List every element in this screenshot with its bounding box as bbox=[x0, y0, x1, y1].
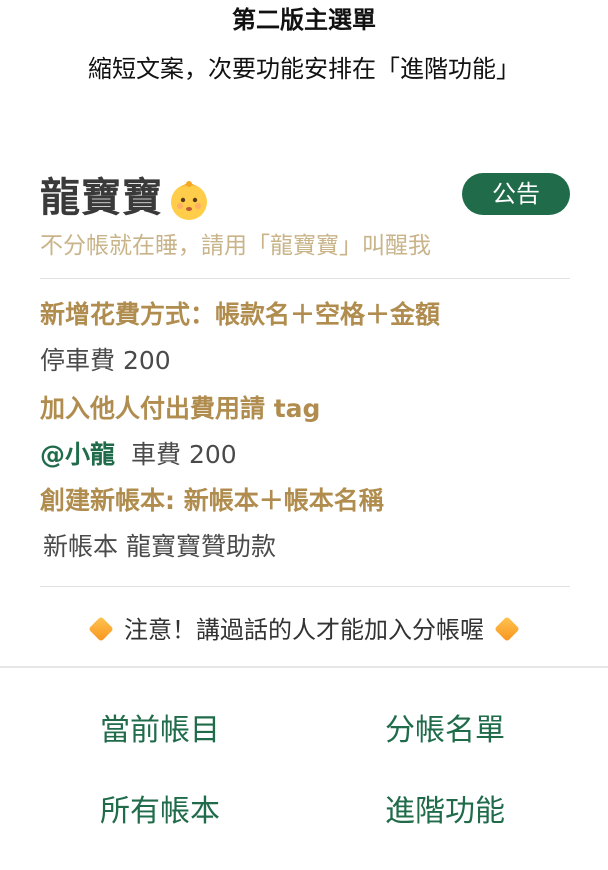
page-title: 第二版主選單 bbox=[232, 6, 376, 34]
orange-diamond-icon bbox=[88, 616, 114, 642]
all-books-button[interactable]: 所有帳本 bbox=[45, 784, 275, 840]
instruction-example: 新帳本 龍寶寶贊助款 bbox=[43, 532, 276, 561]
page-subtitle: 縮短文案，次要功能安排在「進階功能」 bbox=[88, 55, 520, 83]
advanced-features-button[interactable]: 進階功能 bbox=[330, 784, 560, 840]
divider bbox=[40, 278, 570, 279]
instruction-new-book: 創建新帳本: 新帳本＋帳本名稱 新帳本 龍寶寶贊助款 bbox=[40, 483, 580, 565]
instruction-example: 車費 200 bbox=[131, 440, 237, 469]
instruction-title: 創建新帳本: 新帳本＋帳本名稱 bbox=[40, 486, 384, 515]
instruction-title: 新增花費方式：帳款名＋空格＋金額 bbox=[40, 300, 441, 329]
bot-name-row: 龍寶寶 bbox=[40, 168, 211, 228]
bot-name: 龍寶寶 bbox=[40, 175, 163, 221]
instruction-example-row: @小龍 車費 200 bbox=[40, 437, 580, 473]
instruction-title: 加入他人付出費用請 tag bbox=[40, 394, 321, 423]
notice-text: 注意！講過話的人才能加入分帳喔 bbox=[124, 616, 484, 644]
announcement-button[interactable]: 公告 bbox=[462, 173, 570, 215]
instruction-tag-others: 加入他人付出費用請 tag @小龍 車費 200 bbox=[40, 391, 580, 473]
baby-face-icon bbox=[167, 178, 211, 222]
instruction-example: 停車費 200 bbox=[40, 346, 171, 375]
divider bbox=[40, 586, 570, 587]
menu-divider bbox=[0, 666, 608, 668]
split-list-button[interactable]: 分帳名單 bbox=[330, 703, 560, 759]
orange-diamond-icon bbox=[494, 616, 520, 642]
current-items-button[interactable]: 當前帳目 bbox=[45, 703, 275, 759]
notice-row: 注意！講過話的人才能加入分帳喔 bbox=[0, 612, 608, 648]
bot-tagline: 不分帳就在睡，請用「龍寶寶」叫醒我 bbox=[40, 233, 431, 259]
mention-tag: @小龍 bbox=[40, 440, 116, 469]
instruction-add-expense: 新增花費方式：帳款名＋空格＋金額 停車費 200 bbox=[40, 297, 580, 379]
